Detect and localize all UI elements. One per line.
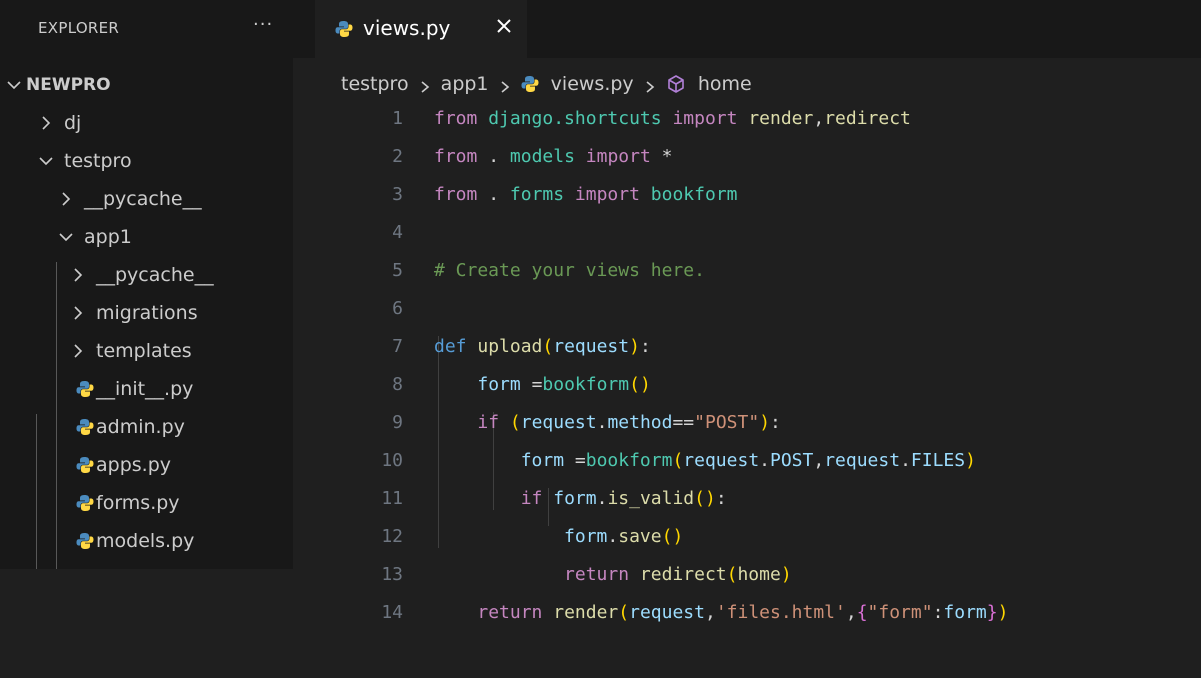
line-number: 14 bbox=[381, 602, 403, 623]
code-line: 7 def upload(request): bbox=[293, 328, 1201, 366]
code-line: 12 form.save() bbox=[293, 518, 1201, 556]
python-icon bbox=[335, 20, 353, 38]
code-line: 6 bbox=[293, 290, 1201, 328]
chevron-right-icon bbox=[70, 341, 86, 361]
line-number: 5 bbox=[392, 260, 403, 281]
chevron-right-icon bbox=[644, 77, 656, 93]
code-text: from django.shortcuts import render,redi… bbox=[434, 108, 911, 129]
chevron-right-icon bbox=[38, 113, 54, 133]
tree-item-label: __init__.py bbox=[96, 378, 194, 400]
breadcrumb-item[interactable]: testpro bbox=[341, 73, 409, 95]
line-number: 13 bbox=[381, 564, 403, 585]
code-line: 5 # Create your views here. bbox=[293, 252, 1201, 290]
code-line: 3 from . forms import bookform bbox=[293, 176, 1201, 214]
tree-item-label: NEWPRO bbox=[26, 75, 111, 95]
tree-file-forms[interactable]: forms.py bbox=[0, 484, 293, 522]
tree-folder-app1[interactable]: app1 bbox=[0, 218, 293, 256]
tree-item-label: templates bbox=[96, 340, 192, 362]
explorer-header: EXPLORER ··· bbox=[0, 0, 293, 58]
tree-folder-templates[interactable]: templates bbox=[0, 332, 293, 370]
explorer-sidebar: EXPLORER ··· NEWPRO dj testpro __pycache… bbox=[0, 0, 293, 569]
tab-views-py[interactable]: views.py bbox=[315, 0, 527, 58]
chevron-down-icon bbox=[6, 75, 22, 95]
code-line: 14 return render(request,'files.html',{"… bbox=[293, 594, 1201, 632]
chevron-right-icon bbox=[419, 77, 431, 93]
code-text: return render(request,'files.html',{"for… bbox=[477, 602, 1009, 623]
code-text: def upload(request): bbox=[434, 336, 651, 357]
tree-file-models[interactable]: models.py bbox=[0, 522, 293, 560]
code-line: 1 from django.shortcuts import render,re… bbox=[293, 100, 1201, 138]
python-icon bbox=[76, 418, 94, 436]
code-line: 13 return redirect(home) bbox=[293, 556, 1201, 594]
tree-item-label: apps.py bbox=[96, 454, 172, 476]
code-text: form =bookform() bbox=[477, 374, 651, 395]
tree-folder-dj[interactable]: dj bbox=[0, 104, 293, 142]
tree-file-apps[interactable]: apps.py bbox=[0, 446, 293, 484]
tab-label: views.py bbox=[363, 16, 451, 40]
code-comment: # Create your views here. bbox=[434, 260, 705, 281]
python-icon bbox=[76, 380, 94, 398]
tree-item-label: app1 bbox=[84, 226, 132, 248]
tree-folder-pycache[interactable]: __pycache__ bbox=[0, 180, 293, 218]
line-number: 12 bbox=[381, 526, 403, 547]
code-line: 9 if (request.method=="POST"): bbox=[293, 404, 1201, 442]
cube-icon bbox=[666, 74, 686, 94]
line-number: 2 bbox=[392, 146, 403, 167]
chevron-down-icon bbox=[38, 151, 54, 171]
tree-item-label: models.py bbox=[96, 530, 195, 552]
chevron-right-icon bbox=[499, 77, 511, 93]
tree-root-newpro[interactable]: NEWPRO bbox=[0, 66, 293, 104]
tree-folder-migrations[interactable]: migrations bbox=[0, 294, 293, 332]
code-text: from . models import * bbox=[434, 146, 673, 167]
tree-item-label: testpro bbox=[64, 150, 132, 172]
chevron-right-icon bbox=[70, 265, 86, 285]
code-text: if (request.method=="POST"): bbox=[477, 412, 781, 433]
line-number: 4 bbox=[392, 222, 403, 243]
tree-folder-pycache[interactable]: __pycache__ bbox=[0, 256, 293, 294]
code-line: 10 form =bookform(request.POST,request.F… bbox=[293, 442, 1201, 480]
code-text: form.save() bbox=[564, 526, 684, 547]
python-icon bbox=[76, 532, 94, 550]
line-number: 8 bbox=[392, 374, 403, 395]
breadcrumb-item[interactable]: home bbox=[698, 73, 752, 95]
tree-item-label: __pycache__ bbox=[84, 188, 202, 210]
tree-file-init[interactable]: __init__.py bbox=[0, 370, 293, 408]
code-line: 2 from . models import * bbox=[293, 138, 1201, 176]
line-number: 11 bbox=[381, 488, 403, 509]
line-number: 6 bbox=[392, 298, 403, 319]
tree-folder-testpro[interactable]: testpro bbox=[0, 142, 293, 180]
explorer-title: EXPLORER bbox=[38, 19, 120, 37]
tree-file-admin[interactable]: admin.py bbox=[0, 408, 293, 446]
tree-item-label: __pycache__ bbox=[96, 264, 214, 286]
code-line: 4 bbox=[293, 214, 1201, 252]
tree-item-label: admin.py bbox=[96, 416, 185, 438]
line-number: 9 bbox=[392, 412, 403, 433]
line-number: 3 bbox=[392, 184, 403, 205]
tree-item-label: migrations bbox=[96, 302, 198, 324]
tree-item-label: dj bbox=[64, 112, 82, 134]
more-actions-icon[interactable]: ··· bbox=[253, 14, 273, 35]
code-text: from . forms import bookform bbox=[434, 184, 738, 205]
chevron-right-icon bbox=[58, 189, 74, 209]
close-icon[interactable] bbox=[495, 17, 513, 35]
python-icon bbox=[521, 75, 539, 93]
code-text: return redirect(home) bbox=[564, 564, 792, 585]
tree-item-label: forms.py bbox=[96, 492, 180, 514]
tab-bar: views.py bbox=[293, 0, 1201, 58]
breadcrumb: testpro app1 views.py home bbox=[341, 72, 752, 98]
python-icon bbox=[76, 456, 94, 474]
code-text: if form.is_valid(): bbox=[520, 488, 727, 509]
code-line: 8 form =bookform() bbox=[293, 366, 1201, 404]
code-line: 11 if form.is_valid(): bbox=[293, 480, 1201, 518]
python-icon bbox=[76, 494, 94, 512]
breadcrumb-item[interactable]: views.py bbox=[551, 73, 634, 95]
code-text: form =bookform(request.POST,request.FILE… bbox=[520, 450, 976, 471]
editor-area: views.py testpro app1 views.py home 1 fr… bbox=[293, 0, 1201, 623]
breadcrumb-item[interactable]: app1 bbox=[441, 73, 489, 95]
chevron-right-icon bbox=[70, 303, 86, 323]
chevron-down-icon bbox=[58, 227, 74, 247]
line-number: 7 bbox=[392, 336, 403, 357]
line-number: 1 bbox=[392, 108, 403, 129]
line-number: 10 bbox=[381, 450, 403, 471]
